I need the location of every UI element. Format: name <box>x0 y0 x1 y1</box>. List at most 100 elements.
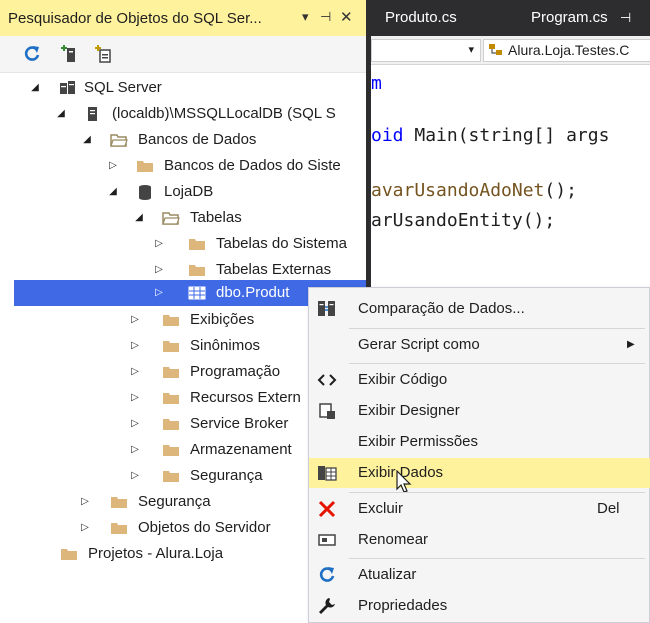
collapse-icon[interactable]: ◢ <box>106 179 120 205</box>
folder-icon <box>111 497 127 508</box>
menu-item-excluir[interactable]: Excluir Del <box>309 494 650 524</box>
tree-node-bancos-de-dados[interactable]: ◢ Bancos de Dados <box>0 127 366 153</box>
refresh-icon[interactable] <box>22 44 42 64</box>
expand-icon[interactable]: ▷ <box>152 280 166 306</box>
explorer-title-bar[interactable]: Pesquisador de Objetos do SQL Ser... ▾ ⊣… <box>0 0 366 36</box>
menu-item-renomear[interactable]: Renomear <box>309 525 650 555</box>
menu-separator <box>349 558 645 559</box>
menu-item-label: Renomear <box>358 531 429 548</box>
code-line: m <box>371 73 382 94</box>
collapse-icon[interactable]: ◢ <box>80 127 94 153</box>
delete-icon <box>318 500 336 518</box>
menu-separator <box>349 328 645 329</box>
expand-icon[interactable]: ▷ <box>78 515 92 541</box>
folder-icon <box>189 239 205 250</box>
folder-open-icon <box>162 212 180 225</box>
expand-icon[interactable]: ▷ <box>128 385 142 411</box>
menu-item-exibir-dados[interactable]: Exibir Dados <box>309 458 650 493</box>
folder-icon <box>163 445 179 456</box>
namespace-dropdown[interactable]: ▾ <box>371 39 481 62</box>
folder-icon <box>163 367 179 378</box>
menu-item-label: Comparação de Dados... <box>358 300 525 317</box>
add-server-icon[interactable] <box>60 44 80 64</box>
menu-item-label: Atualizar <box>358 566 417 583</box>
expand-icon[interactable]: ▷ <box>78 489 92 515</box>
menu-item-label: Exibir Código <box>358 371 448 388</box>
wrench-icon <box>319 598 335 614</box>
server-icon <box>88 107 97 121</box>
code-token: oid <box>371 125 404 146</box>
expand-icon[interactable]: ▷ <box>128 437 142 463</box>
code-line: arUsandoEntity(); <box>371 210 555 231</box>
dropdown-icon[interactable]: ▾ <box>302 9 309 25</box>
menu-item-propriedades[interactable]: Propriedades <box>309 591 650 621</box>
folder-icon <box>189 265 205 276</box>
tree-node-label: Segurança <box>190 467 263 484</box>
view-data-icon <box>318 466 337 481</box>
mouse-cursor-icon <box>396 470 412 493</box>
menu-item-atualizar[interactable]: Atualizar <box>309 560 650 590</box>
tree-node-label: Bancos de Dados <box>138 131 257 148</box>
folder-icon <box>111 523 127 534</box>
class-dropdown[interactable]: Alura.Loja.Testes.C <box>483 39 650 62</box>
tab-program-cs[interactable]: Program.cs ⊣ <box>531 0 631 36</box>
tree-node-sql-server[interactable]: ◢ SQL Server <box>0 75 366 101</box>
collapse-icon[interactable]: ◢ <box>132 205 146 231</box>
code-token: arUsandoEntity <box>371 210 523 231</box>
menu-item-exibir-codigo[interactable]: Exibir Código <box>309 365 650 395</box>
table-icon <box>188 286 206 300</box>
chevron-down-icon: ▾ <box>468 44 474 56</box>
expand-icon[interactable]: ▷ <box>128 359 142 385</box>
expand-icon[interactable]: ▷ <box>106 153 120 179</box>
code-token: m <box>371 73 382 94</box>
close-icon[interactable]: ✕ <box>340 8 353 26</box>
explorer-toolbar <box>0 36 366 73</box>
expand-icon[interactable]: ▷ <box>128 411 142 437</box>
menu-item-label: Exibir Designer <box>358 402 460 419</box>
pin-icon[interactable]: ⊣ <box>620 10 631 25</box>
menu-item-comparacao-dados[interactable]: Comparação de Dados... <box>309 294 650 324</box>
tree-node-localdb[interactable]: ◢ (localdb)\MSSQLLocalDB (SQL S <box>0 101 366 127</box>
expand-icon[interactable]: ▷ <box>128 333 142 359</box>
expand-icon[interactable]: ▷ <box>128 307 142 333</box>
folder-icon <box>163 419 179 430</box>
code-line: oid Main(string[] args <box>371 125 609 146</box>
tree-node-tabelas-sistema[interactable]: ▷ Tabelas do Sistema <box>0 231 366 257</box>
folder-icon <box>163 315 179 326</box>
expand-icon[interactable]: ▷ <box>152 231 166 257</box>
tab-produto-cs[interactable]: Produto.cs <box>385 0 457 36</box>
database-icon <box>139 185 151 200</box>
explorer-title: Pesquisador de Objetos do SQL Ser... <box>8 10 262 27</box>
folder-icon <box>163 393 179 404</box>
menu-item-label: Exibir Permissões <box>358 433 479 450</box>
collapse-icon[interactable]: ◢ <box>54 101 68 127</box>
server-group-icon <box>60 81 75 94</box>
tree-node-label: Recursos Extern <box>190 389 301 406</box>
folder-open-icon <box>110 134 128 147</box>
collapse-icon[interactable]: ◢ <box>28 75 42 101</box>
menu-item-exibir-designer[interactable]: Exibir Designer <box>309 396 650 426</box>
class-label: Alura.Loja.Testes.C <box>508 42 630 58</box>
menu-item-exibir-permissoes[interactable]: Exibir Permissões <box>309 427 650 457</box>
tree-node-label: Armazenament <box>190 441 292 458</box>
folder-icon <box>61 549 77 560</box>
folder-icon <box>163 471 179 482</box>
folder-icon <box>137 161 153 172</box>
tree-node-lojadb[interactable]: ◢ LojaDB <box>0 179 366 205</box>
pin-icon[interactable]: ⊣ <box>320 9 331 25</box>
menu-item-gerar-script[interactable]: Gerar Script como ▶ <box>309 330 650 360</box>
shortcut-label: Del <box>597 500 620 517</box>
tree-node-label: Tabelas do Sistema <box>216 235 347 252</box>
tree-node-bancos-sistema[interactable]: ▷ Bancos de Dados do Siste <box>0 153 366 179</box>
tree-node-label: Bancos de Dados do Siste <box>164 157 341 174</box>
tree-node-tabelas[interactable]: ◢ Tabelas <box>0 205 366 231</box>
menu-item-label: Excluir <box>358 500 404 517</box>
data-compare-icon <box>318 301 335 316</box>
tree-node-label: Programação <box>190 363 281 380</box>
new-query-icon[interactable] <box>94 44 114 64</box>
expand-icon[interactable]: ▷ <box>128 463 142 489</box>
tree-node-label: Segurança <box>138 493 211 510</box>
tree-node-label: Exibições <box>190 311 255 328</box>
code-icon <box>317 374 337 386</box>
tree-node-label: LojaDB <box>164 183 214 200</box>
